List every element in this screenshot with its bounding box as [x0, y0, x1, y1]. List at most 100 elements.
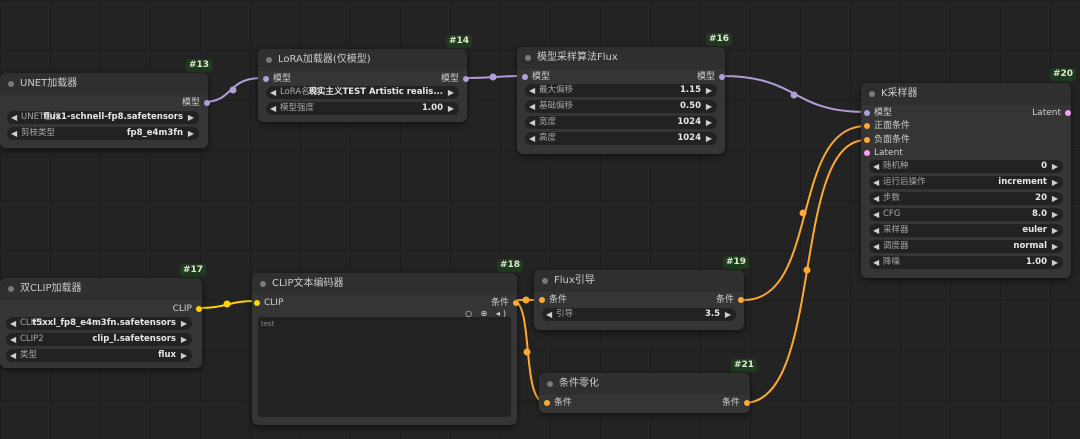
output-model[interactable]: 模型 — [399, 73, 469, 85]
arrow-right-icon[interactable]: ▶ — [181, 317, 187, 330]
max-shift-widget[interactable]: ◀ 最大偏移 1.15 ▶ — [525, 84, 717, 97]
node-conditioning-zero-out[interactable]: 条件零化 条件 条件 — [539, 373, 750, 413]
arrow-left-icon[interactable]: ◀ — [11, 111, 17, 124]
conditioning-output-socket[interactable] — [513, 300, 519, 306]
conditioning-input-socket[interactable] — [864, 123, 870, 129]
arrow-left-icon[interactable]: ◀ — [529, 116, 535, 129]
steps-widget[interactable]: ◀ 步数 20 ▶ — [869, 192, 1063, 205]
width-widget[interactable]: ◀ 宽度 1024 ▶ — [525, 116, 717, 129]
latent-input-socket[interactable] — [864, 150, 870, 156]
clip-output-socket[interactable] — [196, 306, 202, 312]
input-conditioning[interactable]: 条件 — [539, 294, 567, 306]
arrow-right-icon[interactable]: ▶ — [188, 127, 194, 140]
input-clip[interactable]: CLIP — [254, 297, 283, 309]
input-conditioning[interactable]: 条件 — [544, 397, 572, 409]
arrow-left-icon[interactable]: ◀ — [873, 224, 879, 237]
control-after-generate-widget[interactable]: ◀ 运行后操作 increment ▶ — [869, 176, 1063, 189]
prompt-textarea[interactable]: test — [258, 317, 511, 417]
sampler-widget[interactable]: ◀ 采样器 euler ▶ — [869, 224, 1063, 237]
arrow-left-icon[interactable]: ◀ — [529, 84, 535, 97]
node-lora-loader[interactable]: LoRA加载器(仅模型) 模型 模型 ◀ LoRA名称 现实主义TEST Art… — [258, 49, 469, 122]
arrow-left-icon[interactable]: ◀ — [10, 317, 16, 330]
output-conditioning[interactable]: 条件 — [449, 297, 519, 309]
arrow-right-icon[interactable]: ▶ — [1052, 192, 1058, 205]
weight-dtype-widget[interactable]: ◀ 剪枝类型 fp8_e4m3fn ▶ — [7, 127, 199, 140]
arrow-left-icon[interactable]: ◀ — [529, 132, 535, 145]
arrow-left-icon[interactable]: ◀ — [873, 240, 879, 253]
input-model[interactable]: 模型 — [864, 107, 892, 119]
arrow-right-icon[interactable]: ▶ — [1052, 256, 1058, 269]
scheduler-widget[interactable]: ◀ 调度器 normal ▶ — [869, 240, 1063, 253]
node-model-sampling-flux[interactable]: 模型采样算法Flux 模型 模型 ◀ 最大偏移 1.15 ▶ ◀ 基础偏移 0.… — [517, 47, 725, 154]
conditioning-input-socket[interactable] — [539, 297, 545, 303]
arrow-right-icon[interactable]: ▶ — [448, 86, 454, 99]
arrow-left-icon[interactable]: ◀ — [873, 256, 879, 269]
arrow-left-icon[interactable]: ◀ — [10, 349, 16, 362]
arrow-right-icon[interactable]: ▶ — [1052, 208, 1058, 221]
output-model[interactable]: 模型 — [120, 97, 210, 109]
input-negative[interactable]: 负面条件 — [864, 134, 910, 146]
node-unet-loader[interactable]: UNET加载器 模型 ◀ UNET名称 flux1-schnell-fp8.sa… — [0, 73, 210, 148]
model-strength-widget[interactable]: ◀ 模型强度 1.00 ▶ — [266, 102, 459, 115]
model-output-socket[interactable] — [719, 74, 725, 80]
lora-name-widget[interactable]: ◀ LoRA名称 现实主义TEST Artistic realis... ▶ — [266, 86, 459, 99]
arrow-left-icon[interactable]: ◀ — [873, 192, 879, 205]
arrow-left-icon[interactable]: ◀ — [270, 102, 276, 115]
latent-output-socket[interactable] — [1065, 110, 1071, 116]
model-input-socket[interactable] — [263, 76, 269, 82]
input-latent[interactable]: Latent — [864, 147, 903, 159]
cfg-widget[interactable]: ◀ CFG 8.0 ▶ — [869, 208, 1063, 221]
input-model[interactable]: 模型 — [522, 71, 550, 83]
conditioning-output-socket[interactable] — [738, 297, 744, 303]
clip1-widget[interactable]: ◀ CLIP1 t5xxl_fp8_e4m3fn.safetensors ▶ — [6, 317, 192, 330]
guidance-widget[interactable]: ◀ 引导 3.5 ▶ — [542, 308, 736, 321]
arrow-right-icon[interactable]: ▶ — [448, 102, 454, 115]
arrow-right-icon[interactable]: ▶ — [725, 308, 731, 321]
denoise-widget[interactable]: ◀ 降噪 1.00 ▶ — [869, 256, 1063, 269]
model-input-socket[interactable] — [522, 74, 528, 80]
clip-type-widget[interactable]: ◀ 类型 flux ▶ — [6, 349, 192, 362]
arrow-right-icon[interactable]: ▶ — [181, 333, 187, 346]
clip2-widget[interactable]: ◀ CLIP2 clip_l.safetensors ▶ — [6, 333, 192, 346]
arrow-right-icon[interactable]: ▶ — [181, 349, 187, 362]
arrow-left-icon[interactable]: ◀ — [873, 208, 879, 221]
arrow-right-icon[interactable]: ▶ — [706, 100, 712, 113]
arrow-right-icon[interactable]: ▶ — [1052, 240, 1058, 253]
arrow-left-icon[interactable]: ◀ — [11, 127, 17, 140]
output-latent[interactable]: Latent — [981, 107, 1071, 119]
node-clip-text-encoder[interactable]: CLIP文本编码器 CLIP 条件 ○ ⊕ ◂) test — [252, 273, 519, 425]
height-widget[interactable]: ◀ 高度 1024 ▶ — [525, 132, 717, 145]
output-model[interactable]: 模型 — [655, 71, 725, 83]
input-model[interactable]: 模型 — [263, 73, 291, 85]
node-dual-clip-loader[interactable]: 双CLIP加载器 CLIP ◀ CLIP1 t5xxl_fp8_e4m3fn.s… — [0, 278, 202, 368]
arrow-right-icon[interactable]: ▶ — [706, 132, 712, 145]
conditioning-input-socket[interactable] — [864, 137, 870, 143]
model-input-socket[interactable] — [864, 110, 870, 116]
arrow-left-icon[interactable]: ◀ — [873, 176, 879, 189]
input-positive[interactable]: 正面条件 — [864, 120, 910, 132]
clip-input-socket[interactable] — [254, 300, 260, 306]
arrow-right-icon[interactable]: ▶ — [706, 116, 712, 129]
arrow-left-icon[interactable]: ◀ — [10, 333, 16, 346]
arrow-right-icon[interactable]: ▶ — [1052, 176, 1058, 189]
output-conditioning[interactable]: 条件 — [680, 397, 750, 409]
node-ksampler[interactable]: K采样器 模型 Latent 正面条件 负面条件 Latent ◀ 随机种 0 … — [861, 83, 1071, 278]
arrow-right-icon[interactable]: ▶ — [1052, 224, 1058, 237]
output-conditioning[interactable]: 条件 — [674, 294, 744, 306]
arrow-left-icon[interactable]: ◀ — [546, 308, 552, 321]
arrow-left-icon[interactable]: ◀ — [270, 86, 276, 99]
arrow-right-icon[interactable]: ▶ — [188, 111, 194, 124]
arrow-right-icon[interactable]: ▶ — [1052, 160, 1058, 173]
conditioning-input-socket[interactable] — [544, 400, 550, 406]
arrow-left-icon[interactable]: ◀ — [873, 160, 879, 173]
conditioning-output-socket[interactable] — [744, 400, 750, 406]
output-clip[interactable]: CLIP — [112, 303, 202, 315]
unet-name-widget[interactable]: ◀ UNET名称 flux1-schnell-fp8.safetensors ▶ — [7, 111, 199, 124]
arrow-right-icon[interactable]: ▶ — [706, 84, 712, 97]
base-shift-widget[interactable]: ◀ 基础偏移 0.50 ▶ — [525, 100, 717, 113]
model-output-socket[interactable] — [463, 76, 469, 82]
arrow-left-icon[interactable]: ◀ — [529, 100, 535, 113]
node-flux-guidance[interactable]: Flux引导 条件 条件 ◀ 引导 3.5 ▶ — [534, 270, 744, 330]
model-output-socket[interactable] — [204, 100, 210, 106]
seed-widget[interactable]: ◀ 随机种 0 ▶ — [869, 160, 1063, 173]
